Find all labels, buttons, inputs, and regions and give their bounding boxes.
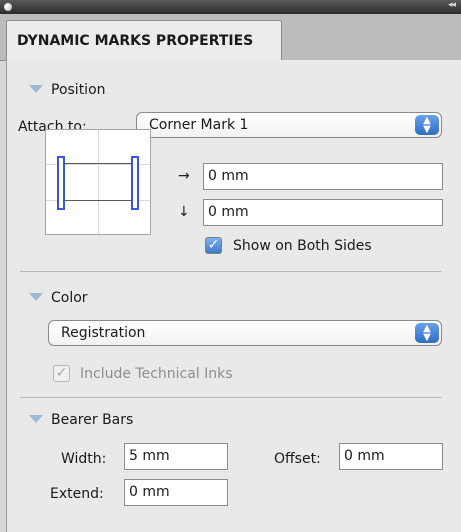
offset-input[interactable]: 0 mm bbox=[339, 443, 443, 470]
color-section-header[interactable]: Color bbox=[29, 290, 88, 306]
disclosure-triangle-icon[interactable] bbox=[29, 293, 43, 301]
position-section-header[interactable]: Position bbox=[29, 82, 106, 98]
disclosure-triangle-icon[interactable] bbox=[29, 415, 43, 423]
disclosure-triangle-icon[interactable] bbox=[29, 85, 43, 93]
include-technical-inks-label: Include Technical Inks bbox=[80, 366, 233, 382]
horizontal-offset-icon: → bbox=[178, 168, 190, 184]
bearer-bars-heading: Bearer Bars bbox=[51, 412, 134, 428]
position-heading: Position bbox=[51, 82, 106, 98]
mark-position-diagram bbox=[45, 129, 151, 235]
right-bearer-mark bbox=[131, 156, 139, 210]
extend-label: Extend: bbox=[50, 486, 104, 502]
attach-to-select[interactable]: Corner Mark 1 ▲ ▼ bbox=[136, 112, 442, 138]
tab-dynamic-marks-properties[interactable]: DYNAMIC MARKS PROPERTIES bbox=[6, 20, 282, 60]
attach-to-value: Corner Mark 1 bbox=[149, 117, 249, 133]
select-arrows-icon: ▲ ▼ bbox=[415, 115, 439, 135]
color-select[interactable]: Registration ▲ ▼ bbox=[48, 320, 442, 346]
left-bearer-mark bbox=[57, 156, 65, 210]
extend-input[interactable]: 0 mm bbox=[124, 479, 228, 506]
vertical-offset-icon: ↓ bbox=[178, 204, 190, 220]
palette-title-bar: ◂◂ bbox=[0, 0, 461, 14]
show-both-sides-label: Show on Both Sides bbox=[233, 238, 372, 254]
select-arrows-icon: ▲ ▼ bbox=[415, 323, 439, 343]
color-value: Registration bbox=[61, 325, 146, 341]
close-dot-icon[interactable] bbox=[4, 3, 12, 11]
bearer-bars-section-header[interactable]: Bearer Bars bbox=[29, 412, 133, 428]
section-divider bbox=[20, 397, 441, 398]
horizontal-offset-input[interactable]: 0 mm bbox=[203, 163, 443, 190]
show-both-sides-checkbox[interactable]: ✓ bbox=[205, 237, 222, 254]
width-input[interactable]: 5 mm bbox=[124, 443, 228, 470]
section-divider bbox=[20, 271, 441, 272]
vertical-offset-input[interactable]: 0 mm bbox=[203, 199, 443, 226]
color-heading: Color bbox=[51, 290, 88, 306]
page-outline bbox=[62, 163, 134, 201]
offset-label: Offset: bbox=[274, 451, 321, 467]
width-label: Width: bbox=[61, 451, 107, 467]
include-technical-inks-checkbox[interactable]: ✓ bbox=[53, 365, 70, 382]
collapse-icon[interactable]: ◂◂ bbox=[448, 0, 456, 10]
